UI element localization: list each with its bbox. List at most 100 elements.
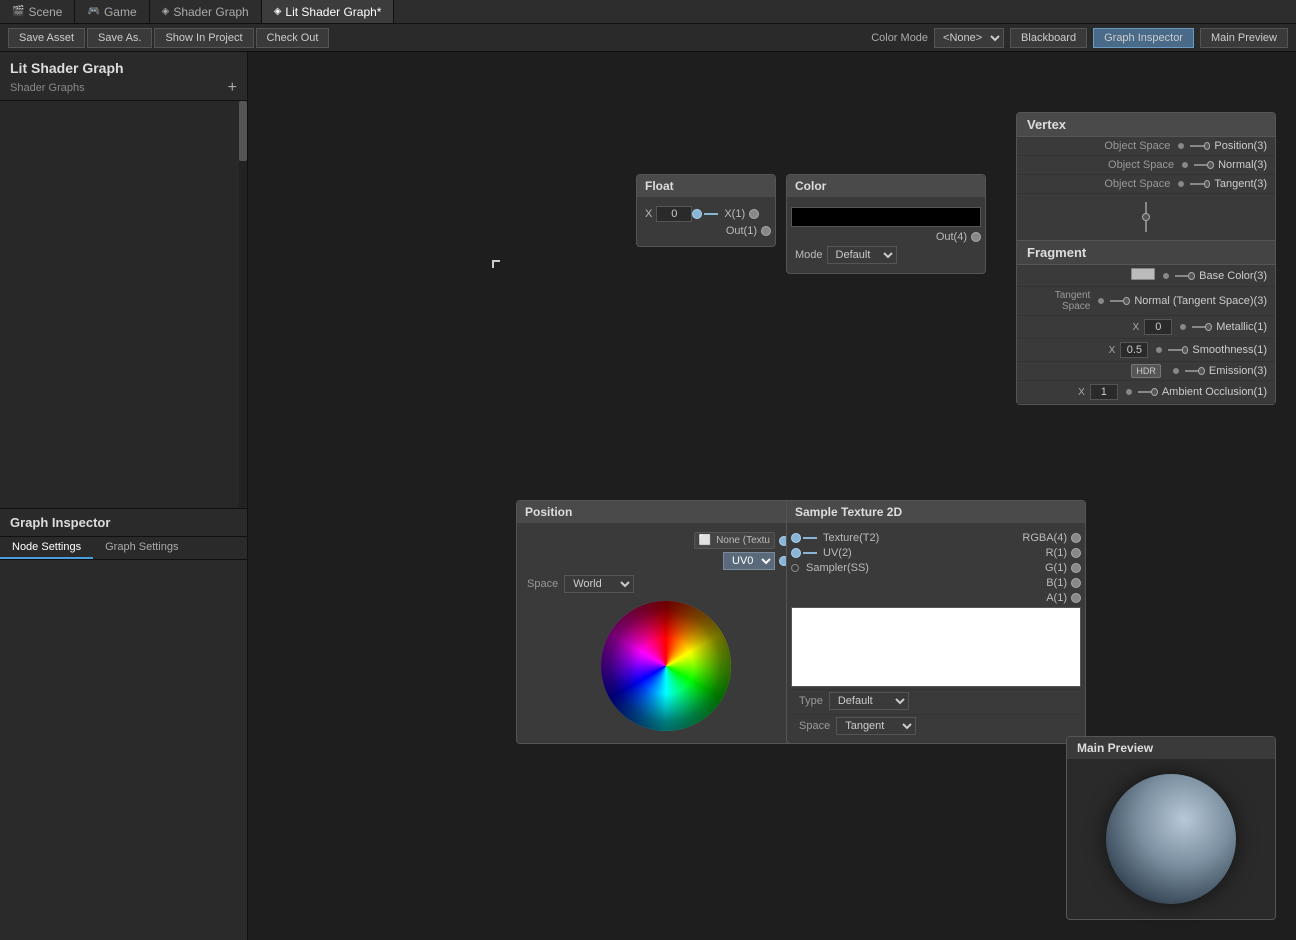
vertex-fragment-connector — [1017, 194, 1275, 240]
color-mode-select[interactable]: <None> — [934, 28, 1004, 48]
fragment-ao-in-port[interactable] — [1126, 389, 1132, 395]
fragment-normal-in-port[interactable] — [1098, 298, 1104, 304]
left-panel: Lit Shader Graph Shader Graphs + Graph I… — [0, 52, 248, 940]
texture-space-row: Space Tangent — [791, 714, 1081, 737]
texture-space-select[interactable]: Tangent — [836, 717, 916, 735]
fragment-smoothness-row: X Smoothness(1) — [1017, 339, 1275, 362]
smoothness-value-input[interactable] — [1120, 342, 1148, 358]
metallic-value-input[interactable] — [1144, 319, 1172, 335]
tab-shader-graph[interactable]: ◈ Shader Graph — [150, 0, 262, 23]
fragment-ao-input-label: X — [1025, 384, 1118, 400]
canvas-area[interactable]: Float X X(1) Out(1) Color — [248, 52, 1296, 940]
check-out-button[interactable]: Check Out — [256, 28, 330, 48]
texture-in-port[interactable] — [791, 533, 801, 543]
fragment-smoothness-connector — [1168, 345, 1188, 355]
uv-dropdown[interactable]: UV0 — [723, 552, 775, 570]
b-label: B(1) — [1046, 577, 1067, 589]
vertex-normal-in-port[interactable] — [1182, 162, 1188, 168]
position-space-row: Space World — [521, 573, 811, 595]
base-color-swatch — [1131, 268, 1155, 280]
connector-line-6 — [1192, 326, 1205, 328]
b-row: B(1) — [791, 577, 1081, 589]
float-x1-out-port[interactable] — [749, 209, 759, 219]
b-out-port[interactable] — [1071, 578, 1081, 588]
fragment-base-color-name: Base Color(3) — [1199, 270, 1267, 282]
position-space-dropdown[interactable]: World — [564, 575, 634, 593]
position-node-header: Position — [517, 501, 815, 523]
connector-midpoint — [1142, 213, 1150, 221]
color-wheel-container — [521, 595, 811, 737]
tab-game[interactable]: 🎮 Game — [75, 0, 149, 23]
color-mode-row: Mode Default — [791, 246, 981, 264]
lit-shader-header: Lit Shader Graph Shader Graphs + — [0, 52, 247, 101]
uv-in-label: UV(2) — [823, 547, 852, 559]
connector-line-1 — [1190, 145, 1203, 147]
main-preview-toolbar-button[interactable]: Main Preview — [1200, 28, 1288, 48]
tab-graph-settings[interactable]: Graph Settings — [93, 537, 190, 559]
graph-inspector-title: Graph Inspector — [0, 509, 247, 537]
graph-inspector-button[interactable]: Graph Inspector — [1093, 28, 1194, 48]
connector-line-3 — [1190, 183, 1203, 185]
uv-in-port[interactable] — [791, 548, 801, 558]
vertex-normal-connector — [1194, 160, 1214, 170]
connector-line-7 — [1168, 349, 1181, 351]
connector-line-2 — [1194, 164, 1207, 166]
tab-lit-shader-graph[interactable]: ◈ Lit Shader Graph* — [262, 0, 395, 23]
color-out-port[interactable] — [971, 232, 981, 242]
vertex-position-connector — [1190, 141, 1210, 151]
texture-type-select[interactable]: Default — [829, 692, 909, 710]
ao-value-input[interactable] — [1090, 384, 1118, 400]
connector-circle-6 — [1205, 323, 1212, 331]
a-out-port[interactable] — [1071, 593, 1081, 603]
color-swatch[interactable] — [791, 207, 981, 227]
add-shader-graph-button[interactable]: + — [228, 80, 237, 96]
texture-in-label: Texture(T2) — [823, 532, 879, 544]
float-x-input[interactable] — [656, 206, 692, 222]
tab-scene[interactable]: 🎬 Scene — [0, 0, 75, 23]
connector-line-9 — [1138, 391, 1151, 393]
sampler-radio[interactable] — [791, 564, 799, 572]
tab-lit-shader-label: Lit Shader Graph* — [285, 5, 381, 19]
shader-graphs-row: Shader Graphs + — [10, 80, 237, 96]
fragment-emission-hdr-label: HDR — [1025, 365, 1165, 377]
position-texture-row: ⬜ None (Textu — [521, 532, 811, 549]
sample-texture-2d-node: Sample Texture 2D Texture(T2) RGBA(4) UV… — [786, 500, 1086, 744]
vertex-tangent-in-port[interactable] — [1178, 181, 1184, 187]
fragment-ao-name: Ambient Occlusion(1) — [1162, 386, 1267, 398]
g-out-port[interactable] — [1071, 563, 1081, 573]
save-asset-button[interactable]: Save Asset — [8, 28, 85, 48]
color-mode-label: Color Mode — [871, 32, 928, 44]
rgba-out-port[interactable] — [1071, 533, 1081, 543]
connector-circle-7 — [1182, 346, 1189, 354]
fragment-smoothness-in-port[interactable] — [1156, 347, 1162, 353]
fragment-metallic-in-port[interactable] — [1180, 324, 1186, 330]
tab-node-settings[interactable]: Node Settings — [0, 537, 93, 559]
fragment-smoothness-name: Smoothness(1) — [1192, 344, 1267, 356]
save-as-button[interactable]: Save As. — [87, 28, 152, 48]
float-out-port[interactable] — [761, 226, 771, 236]
float-x-in-port[interactable] — [692, 209, 702, 219]
sample-texture-node-header: Sample Texture 2D — [787, 501, 1085, 523]
connector-circle-9 — [1151, 388, 1158, 396]
color-out-row: Out(4) — [791, 231, 981, 243]
connector-line-vertical — [1145, 202, 1147, 232]
left-panel-scroll-area — [0, 101, 247, 508]
r-out-port[interactable] — [1071, 548, 1081, 558]
fragment-base-color-connector — [1175, 271, 1195, 281]
scrollbar-vertical[interactable] — [239, 101, 247, 508]
color-mode-dropdown[interactable]: Default — [827, 246, 897, 264]
connector-line-5 — [1110, 300, 1123, 302]
texture-row: Texture(T2) RGBA(4) — [791, 532, 1081, 544]
vertex-position-in-port[interactable] — [1178, 143, 1184, 149]
show-in-project-button[interactable]: Show In Project — [154, 28, 253, 48]
float-out-row: Out(1) — [641, 225, 771, 237]
blackboard-button[interactable]: Blackboard — [1010, 28, 1087, 48]
tab-shader-graph-label: Shader Graph — [173, 5, 248, 19]
g-label: G(1) — [1045, 562, 1067, 574]
scrollbar-thumb[interactable] — [239, 101, 247, 161]
fragment-base-color-in-port[interactable] — [1163, 273, 1169, 279]
fragment-emission-in-port[interactable] — [1173, 368, 1179, 374]
fragment-section-header: Fragment — [1017, 240, 1275, 265]
position-uv-row: UV0 — [521, 552, 811, 570]
none-texture-label: ⬜ None (Textu — [694, 532, 775, 549]
